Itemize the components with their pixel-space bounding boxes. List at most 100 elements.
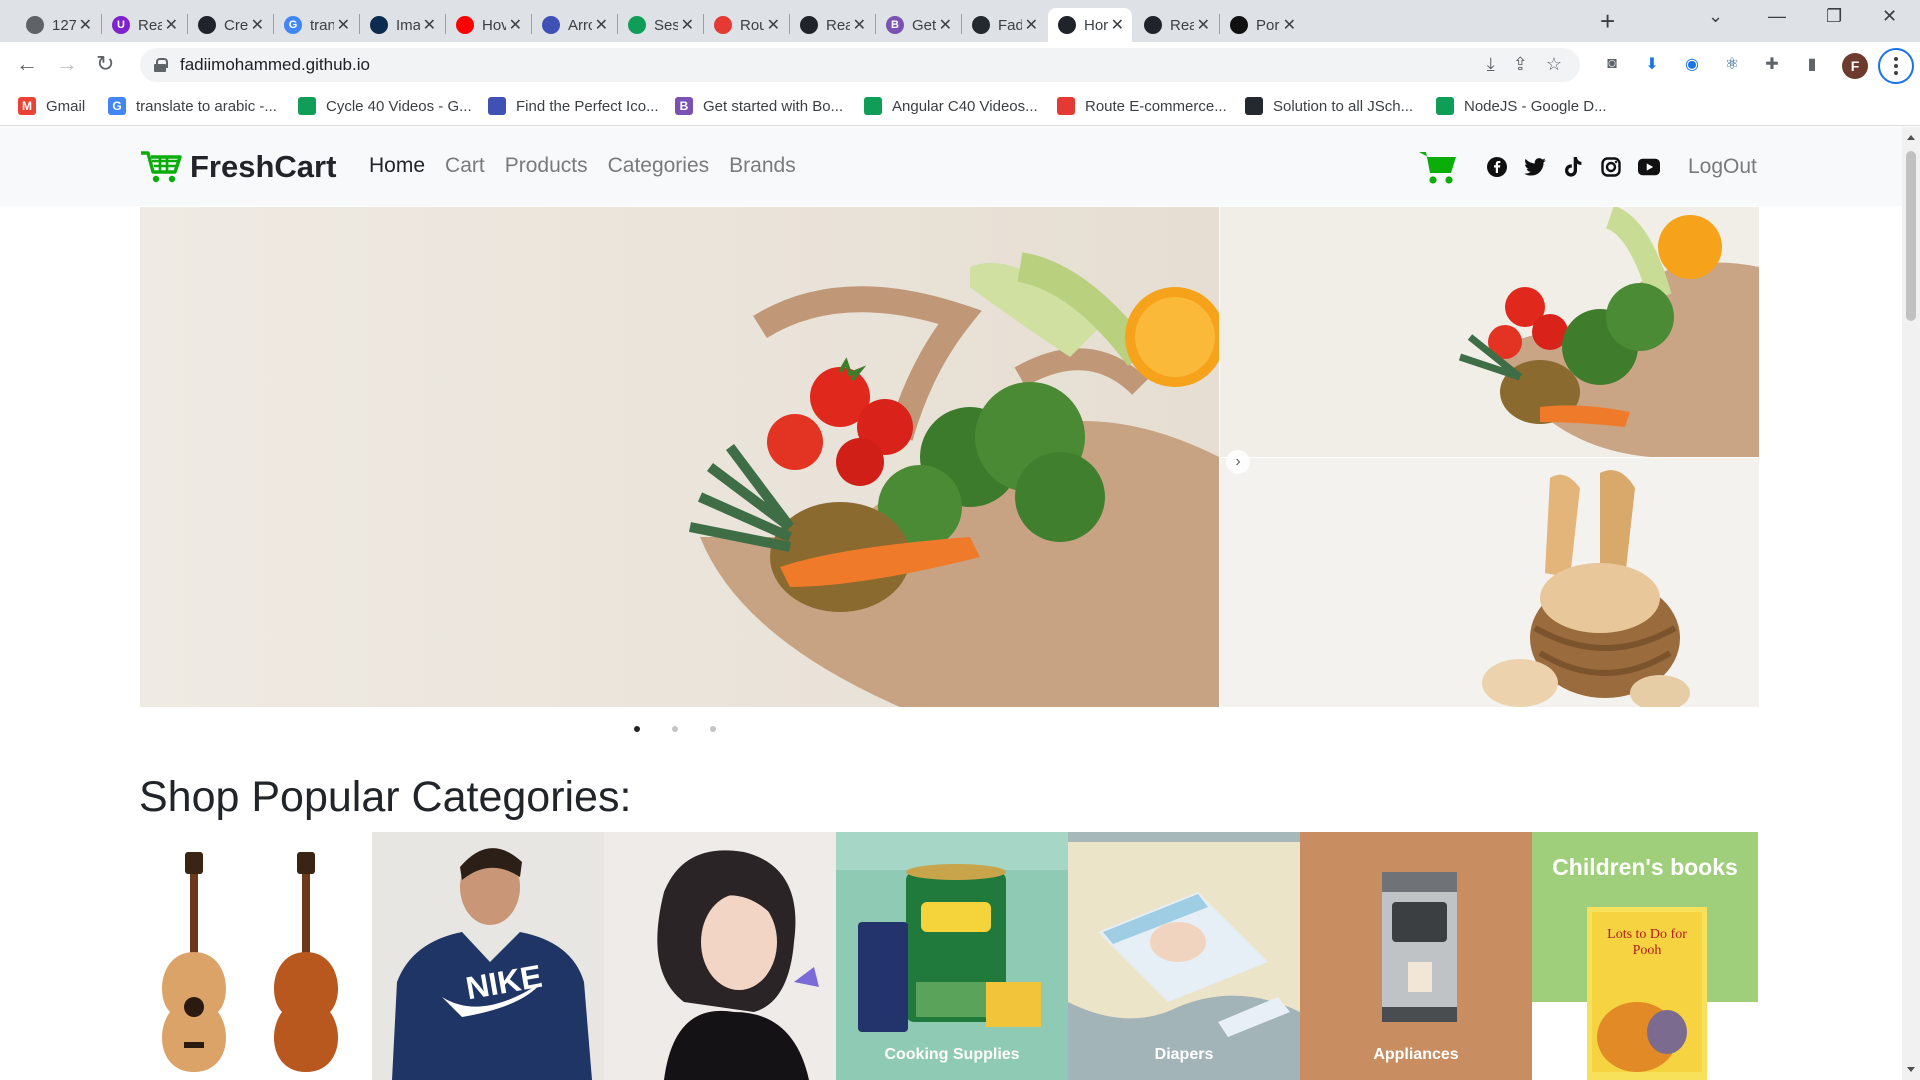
bookmark-item[interactable]: Angular C40 Videos... bbox=[864, 97, 1038, 115]
close-tab-icon[interactable]: ✕ bbox=[509, 15, 522, 35]
browser-tab[interactable]: Por ✕ bbox=[1220, 8, 1304, 42]
url-text[interactable]: fadiimohammed.github.io bbox=[180, 55, 370, 75]
facebook-icon[interactable] bbox=[1486, 156, 1508, 178]
close-tab-icon[interactable]: ✕ bbox=[337, 15, 350, 35]
category-card-womens-fashion[interactable] bbox=[604, 832, 836, 1080]
slider-dot[interactable] bbox=[634, 726, 640, 732]
bookmark-favicon-icon bbox=[864, 97, 882, 115]
close-tab-icon[interactable]: ✕ bbox=[767, 15, 780, 35]
bookmark-item[interactable]: Find the Perfect Ico... bbox=[488, 97, 659, 115]
back-icon[interactable]: ← bbox=[16, 52, 38, 76]
browser-tab[interactable]: Ima ✕ bbox=[360, 8, 444, 42]
install-app-icon[interactable]: ⤓ bbox=[1487, 54, 1495, 75]
categories-slider[interactable]: NIKE Cooking Supplies Diapers Appliances… bbox=[140, 832, 1760, 1080]
minimize-icon[interactable]: — bbox=[1768, 6, 1786, 27]
twitter-icon[interactable] bbox=[1524, 156, 1546, 178]
category-card-mens-fashion[interactable]: NIKE bbox=[372, 832, 604, 1080]
bookmark-star-icon[interactable]: ☆ bbox=[1546, 54, 1562, 75]
close-tab-icon[interactable]: ✕ bbox=[165, 15, 178, 35]
category-card-books[interactable]: Children's books Lots to Do for Pooh bbox=[1532, 832, 1758, 1080]
browser-tab[interactable]: Hor ✕ bbox=[1048, 8, 1132, 42]
category-card-supermarket[interactable]: Cooking Supplies bbox=[836, 832, 1068, 1080]
side-panel-icon[interactable]: ▮ bbox=[1801, 53, 1823, 75]
logout-link[interactable]: LogOut bbox=[1688, 155, 1757, 179]
page-scrollbar[interactable] bbox=[1902, 127, 1920, 1080]
bookmark-item[interactable]: B Get started with Bo... bbox=[675, 97, 843, 115]
tab-search-icon[interactable]: ⌄ bbox=[1708, 6, 1723, 27]
tab-title: Hov bbox=[482, 16, 506, 34]
browser-tab[interactable]: Arrc ✕ bbox=[532, 8, 616, 42]
react-devtools-icon[interactable]: ⚛ bbox=[1721, 53, 1743, 75]
slider-dot[interactable] bbox=[672, 726, 678, 732]
bookmark-item[interactable]: Solution to all JSch... bbox=[1245, 97, 1413, 115]
scroll-up-icon[interactable] bbox=[1907, 135, 1915, 140]
bookmark-item[interactable]: Cycle 40 Videos - G... bbox=[298, 97, 472, 115]
browser-tab[interactable]: Fadi✕ bbox=[962, 8, 1046, 42]
side-banner-vegetables bbox=[1220, 207, 1759, 457]
nav-link-home[interactable]: Home bbox=[369, 154, 425, 178]
browser-tab[interactable]: B Get ✕ bbox=[876, 8, 960, 42]
new-tab-button[interactable]: + bbox=[1600, 8, 1615, 34]
browser-tab[interactable]: Ses ✕ bbox=[618, 8, 702, 42]
forward-icon[interactable]: → bbox=[56, 52, 78, 76]
bookmark-item[interactable]: Route E-commerce... bbox=[1057, 97, 1227, 115]
browser-tab[interactable]: Rea ✕ bbox=[790, 8, 874, 42]
guitars-image bbox=[140, 832, 372, 1080]
browser-menu-icon[interactable] bbox=[1878, 48, 1914, 84]
browser-tab[interactable]: Gtran ✕ bbox=[274, 8, 358, 42]
close-tab-icon[interactable]: ✕ bbox=[1197, 15, 1210, 35]
close-tab-icon[interactable]: ✕ bbox=[79, 15, 92, 35]
download-extension-icon[interactable]: ⬇ bbox=[1641, 53, 1663, 75]
address-bar[interactable]: fadiimohammed.github.io ⤓ ⇪ ☆ bbox=[140, 48, 1580, 82]
close-tab-icon[interactable]: ✕ bbox=[595, 15, 608, 35]
browser-tab[interactable]: 127 ✕ bbox=[16, 8, 100, 42]
close-window-icon[interactable]: ✕ bbox=[1882, 6, 1897, 27]
maximize-icon[interactable]: ❐ bbox=[1826, 6, 1842, 27]
category-card-baby[interactable]: Diapers bbox=[1068, 832, 1300, 1080]
main-slider[interactable] bbox=[140, 207, 1219, 707]
close-tab-icon[interactable]: ✕ bbox=[939, 15, 952, 35]
close-tab-icon[interactable]: ✕ bbox=[1025, 15, 1038, 35]
lock-icon[interactable] bbox=[154, 58, 168, 72]
profile-avatar[interactable]: F bbox=[1842, 53, 1868, 79]
bookmark-item[interactable]: Gtranslate to arabic -... bbox=[108, 97, 277, 115]
scroll-down-icon[interactable] bbox=[1907, 1067, 1915, 1072]
instagram-icon[interactable] bbox=[1600, 156, 1622, 178]
bookmark-item[interactable]: M Gmail bbox=[18, 97, 85, 115]
youtube-icon[interactable] bbox=[1638, 156, 1660, 178]
browser-tab[interactable]: Rou ✕ bbox=[704, 8, 788, 42]
close-tab-icon[interactable]: ✕ bbox=[423, 15, 436, 35]
record-extension-icon[interactable]: ◉ bbox=[1681, 53, 1703, 75]
tiktok-icon[interactable] bbox=[1562, 156, 1584, 178]
nav-link-categories[interactable]: Categories bbox=[608, 154, 710, 178]
extensions-puzzle-icon[interactable]: ✚ bbox=[1761, 53, 1783, 75]
category-card-home[interactable]: Appliances bbox=[1300, 832, 1532, 1080]
close-tab-icon[interactable]: ✕ bbox=[681, 15, 694, 35]
share-icon[interactable]: ⇪ bbox=[1513, 54, 1528, 75]
cart-icon[interactable] bbox=[1418, 149, 1458, 185]
nav-link-cart[interactable]: Cart bbox=[445, 154, 485, 178]
browser-tab[interactable]: Hov ✕ bbox=[446, 8, 530, 42]
nav-link-products[interactable]: Products bbox=[505, 154, 588, 178]
slider-next-icon[interactable]: › bbox=[1226, 450, 1250, 474]
side-banner-bread bbox=[1220, 458, 1759, 707]
brand-logo[interactable]: FreshCart bbox=[140, 149, 336, 185]
category-card-music[interactable] bbox=[140, 832, 372, 1080]
close-tab-icon[interactable]: ✕ bbox=[1283, 15, 1296, 35]
bookmark-favicon-icon bbox=[1057, 97, 1075, 115]
brand-name: FreshCart bbox=[190, 149, 337, 184]
browser-tab[interactable]: Rea ✕ bbox=[1134, 8, 1218, 42]
close-tab-icon[interactable]: ✕ bbox=[853, 15, 866, 35]
reload-icon[interactable]: ↻ bbox=[96, 52, 114, 76]
browser-tab[interactable]: U Rea ✕ bbox=[102, 8, 186, 42]
nav-link-brands[interactable]: Brands bbox=[729, 154, 796, 178]
close-tab-icon[interactable]: ✕ bbox=[251, 15, 264, 35]
scroll-thumb[interactable] bbox=[1906, 151, 1916, 321]
camera-extension-icon[interactable]: ◙ bbox=[1601, 53, 1623, 75]
browser-tab[interactable]: Cre ✕ bbox=[188, 8, 272, 42]
bookmark-item[interactable]: NodeJS - Google D... bbox=[1436, 97, 1607, 115]
bookmark-favicon-icon bbox=[1436, 97, 1454, 115]
slider-dot[interactable] bbox=[710, 726, 716, 732]
close-tab-icon[interactable]: ✕ bbox=[1111, 15, 1124, 35]
tab-favicon-icon bbox=[972, 16, 990, 34]
